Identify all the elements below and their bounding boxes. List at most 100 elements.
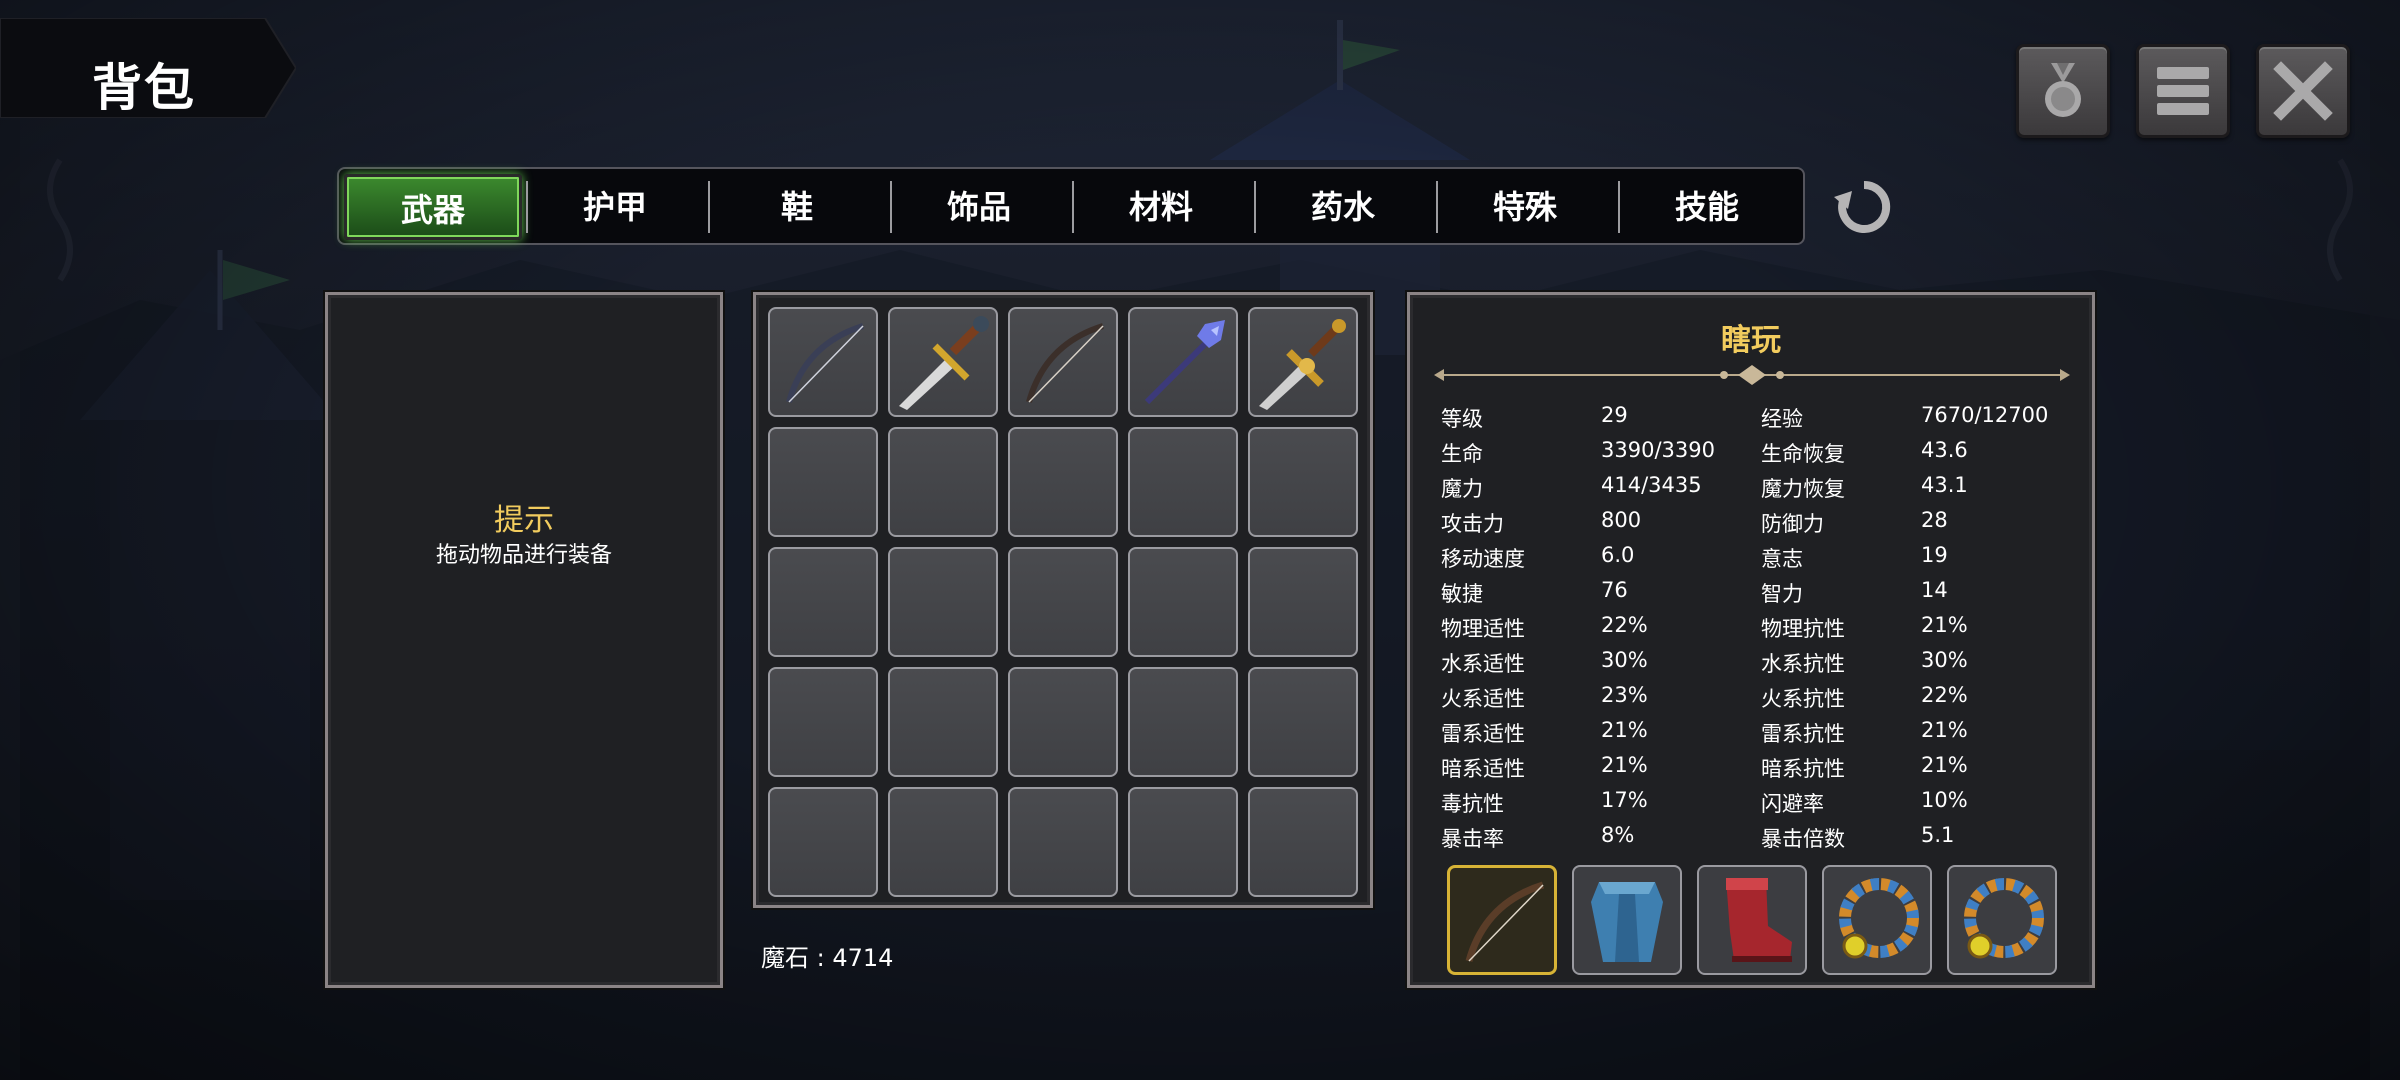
stat-label: 火系适性	[1441, 687, 1525, 711]
hint-text: 拖动物品进行装备	[435, 543, 612, 568]
stat-value: 21%	[1921, 753, 1968, 777]
stat-value: 10%	[1921, 788, 1968, 812]
title-banner: 背包	[0, 18, 296, 118]
stat-value: 414/3435	[1601, 473, 1702, 497]
stat-label: 暗系适性	[1441, 757, 1525, 781]
stat-value: 43.1	[1921, 473, 1968, 497]
stat-label: 毒抗性	[1441, 792, 1504, 816]
stat-value: 22%	[1921, 683, 1968, 707]
stat-label: 敏捷	[1441, 582, 1483, 606]
equipped-boots-slot[interactable]	[1697, 865, 1807, 975]
inventory-slot-empty[interactable]	[1248, 787, 1358, 897]
inventory-slot-empty[interactable]	[1128, 667, 1238, 777]
inventory-slot[interactable]	[1128, 307, 1238, 417]
tab-accessories[interactable]: 饰品	[890, 174, 1068, 240]
equipped-ring-slot[interactable]	[1822, 865, 1932, 975]
stat-label: 意志	[1761, 547, 1803, 571]
inventory-slot-empty[interactable]	[1248, 547, 1358, 657]
inventory-slot-empty[interactable]	[1128, 547, 1238, 657]
stat-label: 雷系抗性	[1761, 722, 1845, 746]
tab-skills[interactable]: 技能	[1618, 174, 1796, 240]
stat-label: 物理抗性	[1761, 617, 1845, 641]
inventory-slot[interactable]	[1248, 307, 1358, 417]
inventory-slot-empty[interactable]	[1008, 547, 1118, 657]
stat-label: 火系抗性	[1761, 687, 1845, 711]
menu-button[interactable]	[2136, 44, 2230, 138]
inventory-panel	[753, 292, 1373, 908]
stat-value: 21%	[1921, 718, 1968, 742]
page-title: 背包	[92, 59, 196, 117]
stat-value: 21%	[1601, 718, 1648, 742]
stat-value: 22%	[1601, 613, 1648, 637]
character-name: 瞎玩	[1721, 323, 1781, 358]
equipped-weapon-slot[interactable]	[1447, 865, 1557, 975]
inventory-slot-empty[interactable]	[1128, 787, 1238, 897]
tab-special[interactable]: 特殊	[1436, 174, 1614, 240]
stat-value: 3390/3390	[1601, 438, 1715, 462]
golden-dagger-icon	[1259, 319, 1346, 410]
striped-ring-icon	[1839, 878, 1919, 959]
inventory-slot-empty[interactable]	[1008, 787, 1118, 897]
inventory-slot-empty[interactable]	[888, 427, 998, 537]
close-icon	[2273, 61, 2333, 121]
menu-icon	[2157, 67, 2209, 115]
inventory-slot[interactable]	[888, 307, 998, 417]
striped-ring-icon	[1964, 878, 2044, 959]
inventory-slot-empty[interactable]	[1008, 667, 1118, 777]
tab-armor[interactable]: 护甲	[526, 174, 704, 240]
stat-value: 21%	[1921, 613, 1968, 637]
stat-label: 物理适性	[1441, 617, 1525, 641]
inventory-slot-empty[interactable]	[768, 427, 878, 537]
inventory-slot-empty[interactable]	[1128, 427, 1238, 537]
stat-value: 19	[1921, 543, 1948, 567]
stat-value: 30%	[1921, 648, 1968, 672]
tab-potions[interactable]: 药水	[1254, 174, 1432, 240]
close-button[interactable]	[2256, 44, 2350, 138]
stat-value: 7670/12700	[1921, 403, 2049, 427]
stat-label: 暴击倍数	[1761, 827, 1845, 851]
stat-value: 76	[1601, 578, 1628, 602]
stat-label: 雷系适性	[1441, 722, 1525, 746]
hint-title: 提示	[494, 503, 554, 538]
inventory-slot-empty[interactable]	[768, 787, 878, 897]
stat-label: 闪避率	[1761, 792, 1824, 816]
stat-value: 6.0	[1601, 543, 1635, 567]
stat-value: 29	[1601, 403, 1628, 427]
stat-label: 暗系抗性	[1761, 757, 1845, 781]
stat-value: 8%	[1601, 823, 1635, 847]
inventory-slot-empty[interactable]	[888, 787, 998, 897]
inventory-slot-empty[interactable]	[1248, 667, 1358, 777]
bow-icon	[1026, 323, 1104, 403]
stat-value: 14	[1921, 578, 1948, 602]
inventory-slot[interactable]	[768, 307, 878, 417]
sword-icon	[899, 316, 989, 410]
stat-label: 水系适性	[1441, 652, 1525, 676]
stat-value: 23%	[1601, 683, 1648, 707]
stat-label: 攻击力	[1441, 512, 1504, 536]
inventory-slot[interactable]	[1008, 307, 1118, 417]
stat-label: 魔力恢复	[1761, 477, 1845, 501]
stat-value: 21%	[1601, 753, 1648, 777]
refresh-icon[interactable]	[1832, 175, 1896, 239]
stat-label: 移动速度	[1441, 547, 1525, 571]
stat-value: 800	[1601, 508, 1642, 532]
stat-label: 暴击率	[1441, 827, 1504, 851]
inventory-slot-empty[interactable]	[1008, 427, 1118, 537]
hint-panel: 提示 拖动物品进行装备	[325, 292, 723, 988]
tab-materials[interactable]: 材料	[1072, 174, 1250, 240]
bow-icon	[1465, 881, 1545, 962]
medal-button[interactable]	[2016, 44, 2110, 138]
inventory-slot-empty[interactable]	[768, 547, 878, 657]
stat-value: 28	[1921, 508, 1948, 532]
equipped-ring-slot[interactable]	[1947, 865, 2057, 975]
inventory-slot-empty[interactable]	[1248, 427, 1358, 537]
tab-weapons[interactable]: 武器	[344, 174, 522, 240]
category-tab-bar: 武器 护甲 鞋 饰品 材料 药水 特殊 技能	[337, 167, 1805, 245]
tab-shoes[interactable]: 鞋	[708, 174, 886, 240]
inventory-slot-empty[interactable]	[768, 667, 878, 777]
equipped-armor-slot[interactable]	[1572, 865, 1682, 975]
stat-label: 等级	[1441, 407, 1483, 431]
inventory-slot-empty[interactable]	[888, 547, 998, 657]
inventory-slot-empty[interactable]	[888, 667, 998, 777]
stat-label: 智力	[1761, 582, 1803, 606]
